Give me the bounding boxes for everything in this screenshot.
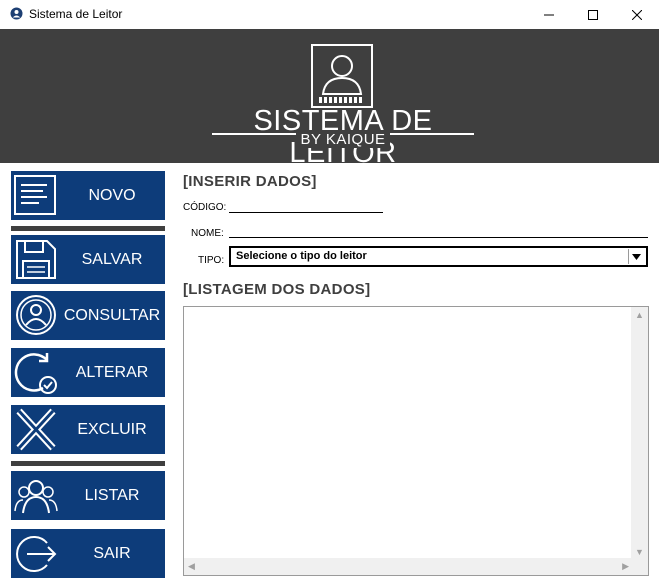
scrollbar-corner: [631, 558, 648, 575]
salvar-button[interactable]: SALVAR: [11, 235, 165, 284]
banner-subtitle: BY KAIQUE: [296, 131, 390, 148]
dropdown-arrow-button[interactable]: [628, 249, 644, 264]
window-title: Sistema de Leitor: [29, 7, 123, 21]
minimize-icon: [544, 14, 554, 15]
scroll-down-icon[interactable]: ▼: [635, 547, 644, 557]
header-banner: SISTEMA DE LEITOR BY KAIQUE: [0, 29, 659, 169]
reader-badge-icon: [311, 44, 373, 108]
exit-icon: [16, 536, 57, 572]
nome-field[interactable]: [229, 222, 648, 238]
title-bar: Sistema de Leitor: [0, 0, 659, 29]
excluir-label: EXCLUIR: [77, 420, 147, 438]
chevron-down-icon: [632, 253, 641, 260]
floppy-disk-icon: [16, 240, 56, 279]
close-button[interactable]: [614, 0, 659, 29]
consultar-label: CONSULTAR: [63, 306, 161, 324]
tipo-select-value: Selecione o tipo do leitor: [236, 250, 367, 262]
tipo-label: TIPO:: [198, 255, 225, 266]
sidebar-separator: [11, 226, 165, 231]
consultar-button[interactable]: CONSULTAR: [11, 291, 165, 340]
minimize-button[interactable]: [526, 0, 572, 29]
refresh-check-icon: [14, 353, 57, 394]
codigo-field[interactable]: [229, 197, 383, 213]
data-listbox[interactable]: ▲ ▼ ◀ ▶: [183, 306, 649, 576]
excluir-button[interactable]: EXCLUIR: [11, 405, 165, 454]
alterar-label: ALTERAR: [75, 363, 149, 381]
salvar-label: SALVAR: [81, 250, 143, 268]
scroll-left-icon[interactable]: ◀: [188, 561, 195, 572]
maximize-button[interactable]: [570, 0, 616, 29]
codigo-label: CÓDIGO:: [183, 202, 227, 213]
sair-button[interactable]: SAIR: [11, 529, 165, 578]
maximize-icon: [588, 9, 598, 20]
app-icon: [10, 7, 23, 20]
alterar-button[interactable]: ALTERAR: [11, 348, 165, 397]
sidebar-separator: [11, 461, 165, 466]
novo-label: NOVO: [88, 186, 136, 204]
list-section-title: [LISTAGEM DOS DADOS]: [183, 281, 371, 298]
scroll-right-icon[interactable]: ▶: [622, 561, 629, 572]
horizontal-scrollbar[interactable]: ◀ ▶: [184, 558, 633, 575]
vertical-scrollbar[interactable]: ▲ ▼: [631, 307, 648, 560]
form-icon: [14, 175, 56, 215]
cross-icon: [16, 408, 56, 451]
user-search-icon: [16, 295, 56, 335]
tipo-select[interactable]: Selecione o tipo do leitor: [229, 246, 648, 267]
scroll-up-icon[interactable]: ▲: [635, 310, 644, 320]
listar-label: LISTAR: [84, 486, 140, 504]
sair-label: SAIR: [93, 544, 131, 562]
users-icon: [14, 480, 58, 514]
close-icon: [632, 9, 642, 20]
listar-button[interactable]: LISTAR: [11, 471, 165, 520]
insert-section-title: [INSERIR DADOS]: [183, 173, 317, 190]
nome-label: NOME:: [191, 228, 224, 239]
novo-button[interactable]: NOVO: [11, 171, 165, 220]
